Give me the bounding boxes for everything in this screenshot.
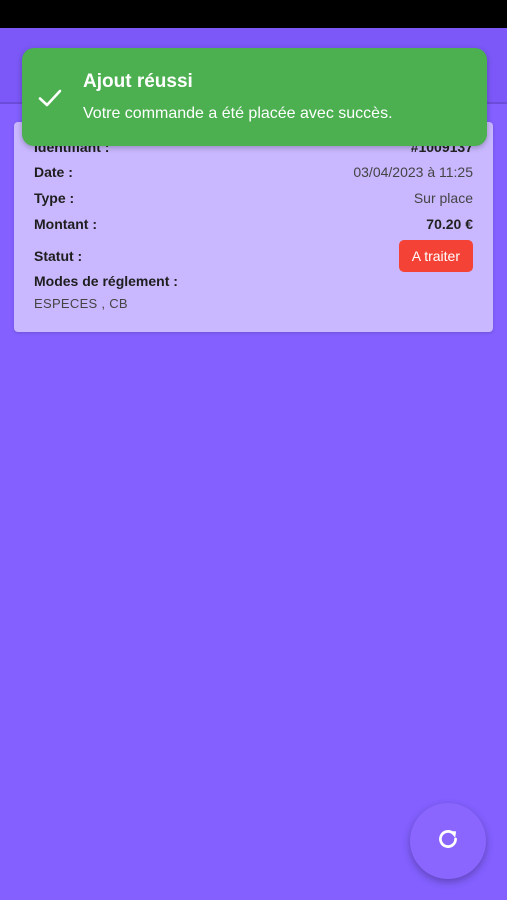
payment-modes-label: Modes de réglement : [34,273,178,289]
order-screen: Identifiant : #1009137 Date : 03/04/2023… [0,0,507,900]
toast-title: Ajout réussi [83,71,193,92]
date-label: Date : [34,164,73,180]
payment-modes-row: Modes de réglement : [34,270,473,292]
amount-row: Montant : 70.20 € [34,213,473,235]
system-status-bar [0,0,507,28]
status-row: Statut : A traiter [34,240,473,272]
order-card[interactable]: Identifiant : #1009137 Date : 03/04/2023… [14,122,493,332]
check-icon [36,84,64,112]
type-row: Type : Sur place [34,187,473,209]
amount-label: Montant : [34,216,97,232]
toast-message: Votre commande a été placée avec succès. [83,105,393,122]
success-toast[interactable]: Ajout réussi Votre commande a été placée… [22,48,487,146]
refresh-icon [435,826,461,857]
type-label: Type : [34,190,75,206]
date-row: Date : 03/04/2023 à 11:25 [34,161,473,183]
payment-modes-value: ESPECES , CB [34,296,128,311]
date-value: 03/04/2023 à 11:25 [353,164,473,180]
status-badge: A traiter [398,240,473,272]
refresh-button[interactable] [410,803,486,879]
status-label: Statut : [34,248,83,264]
type-value: Sur place [413,190,473,206]
amount-value: 70.20 € [426,216,473,232]
